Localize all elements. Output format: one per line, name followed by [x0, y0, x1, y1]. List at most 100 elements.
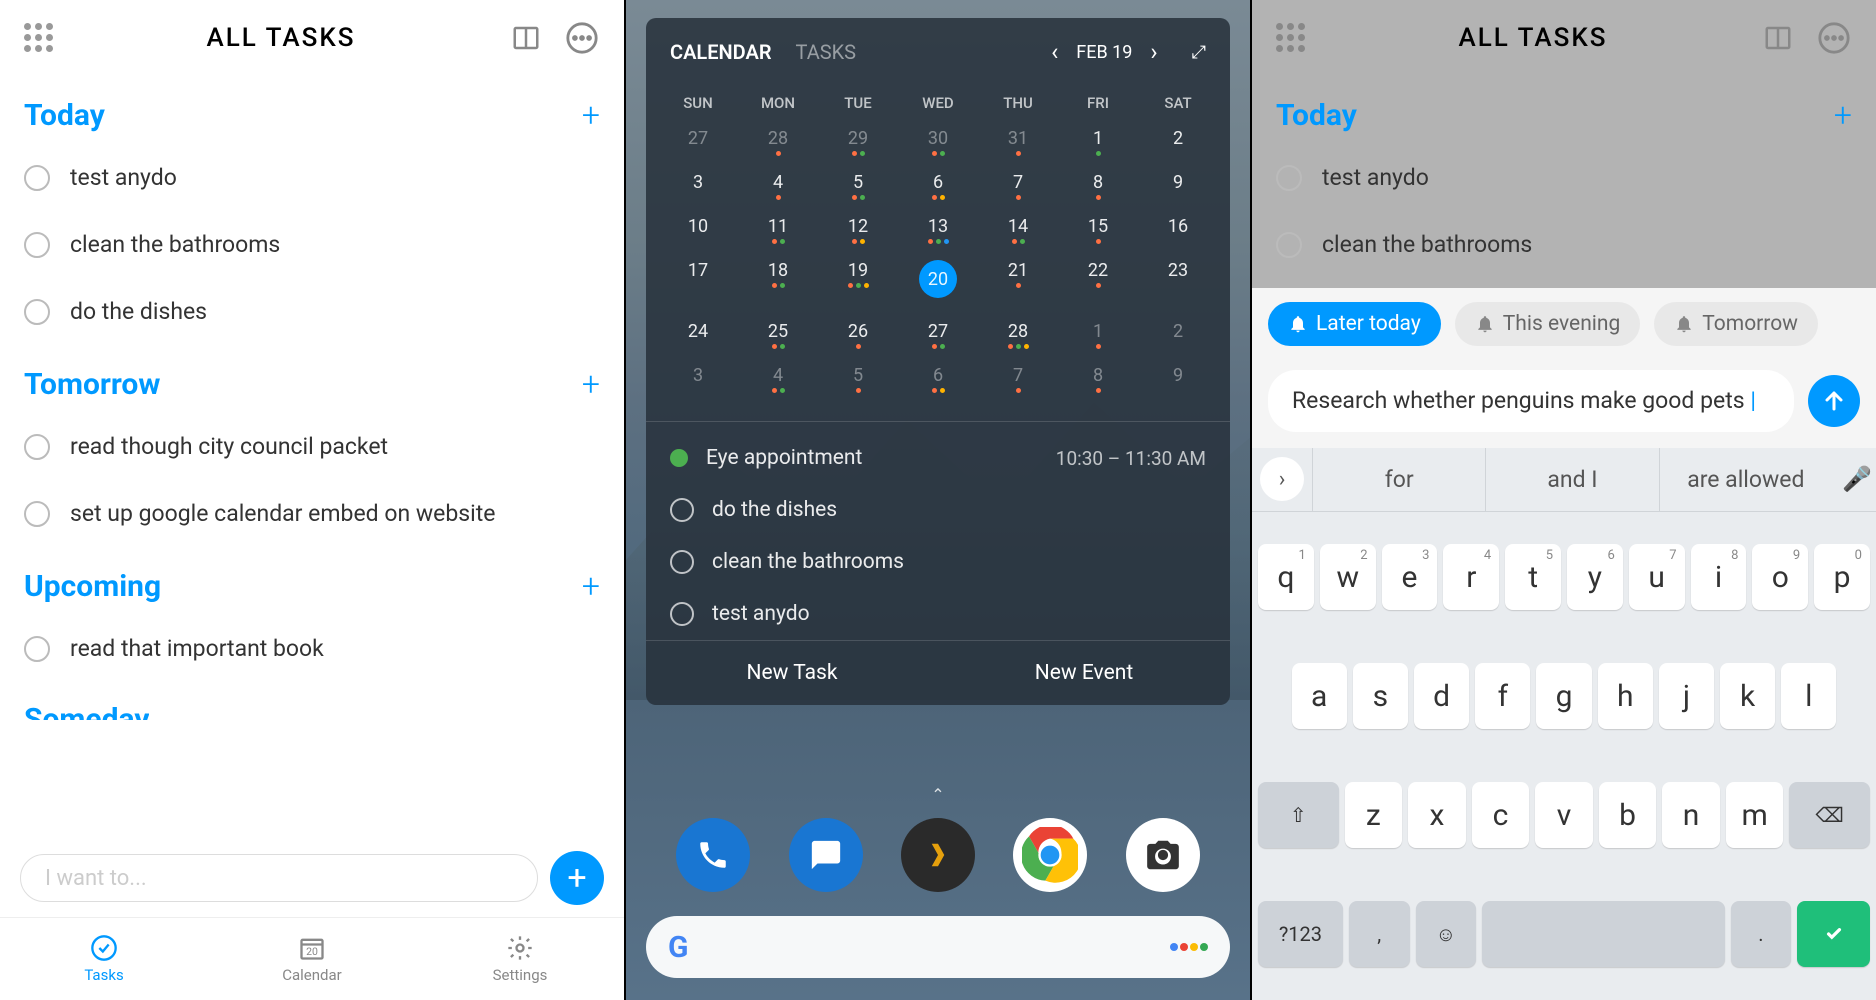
calendar-day[interactable]: 2: [1138, 313, 1218, 357]
task-item[interactable]: test anydo: [24, 144, 600, 211]
suggestion-2[interactable]: and I: [1485, 448, 1658, 511]
key-u[interactable]: 7u: [1629, 544, 1685, 610]
calendar-day[interactable]: 4: [738, 357, 818, 401]
calendar-day[interactable]: 27: [658, 120, 738, 164]
key-m[interactable]: m: [1726, 782, 1784, 848]
section-add-button[interactable]: +: [1834, 96, 1852, 134]
key-space[interactable]: [1482, 901, 1725, 967]
calendar-day[interactable]: 13: [898, 208, 978, 252]
quick-add-input[interactable]: I want to...: [20, 854, 538, 902]
key-j[interactable]: j: [1659, 663, 1714, 729]
task-item[interactable]: read though city council packet: [24, 413, 600, 480]
calendar-day[interactable]: 1: [1058, 120, 1138, 164]
reminder-chip[interactable]: This evening: [1455, 302, 1641, 346]
calendar-day[interactable]: 5: [818, 164, 898, 208]
key-⇧[interactable]: ⇧: [1258, 782, 1339, 848]
calendar-day[interactable]: 10: [658, 208, 738, 252]
calendar-day[interactable]: 19: [818, 252, 898, 313]
key-r[interactable]: 4r: [1443, 544, 1499, 610]
calendar-day[interactable]: 28: [978, 313, 1058, 357]
new-task-button[interactable]: New Task: [646, 641, 938, 705]
section-add-button[interactable]: +: [582, 567, 600, 605]
camera-app-icon[interactable]: [1126, 818, 1200, 892]
calendar-day[interactable]: 28: [738, 120, 818, 164]
calendar-day[interactable]: 31: [978, 120, 1058, 164]
expand-suggestions-icon[interactable]: ›: [1260, 457, 1304, 501]
calendar-day[interactable]: 1: [1058, 313, 1138, 357]
key-i[interactable]: 8i: [1691, 544, 1747, 610]
section-today[interactable]: Today: [24, 98, 105, 133]
task-checkbox[interactable]: [24, 636, 50, 662]
key-o[interactable]: 9o: [1752, 544, 1808, 610]
calendar-day[interactable]: 22: [1058, 252, 1138, 313]
calendar-day[interactable]: 9: [1138, 164, 1218, 208]
key-l[interactable]: l: [1781, 663, 1836, 729]
tab-calendar[interactable]: CALENDAR: [670, 40, 772, 64]
key-b[interactable]: b: [1599, 782, 1657, 848]
task-item[interactable]: read that important book: [24, 615, 600, 682]
calendar-day[interactable]: 17: [658, 252, 738, 313]
key-⌫[interactable]: ⌫: [1789, 782, 1870, 848]
key-t[interactable]: 5t: [1505, 544, 1561, 610]
more-icon[interactable]: [564, 20, 600, 56]
drawer-handle-icon[interactable]: ⌃: [931, 785, 944, 804]
section-upcoming[interactable]: Upcoming: [24, 569, 161, 604]
calendar-day[interactable]: 30: [898, 120, 978, 164]
key-y[interactable]: 6y: [1567, 544, 1623, 610]
key-s[interactable]: s: [1353, 663, 1408, 729]
calendar-day[interactable]: 20: [898, 252, 978, 313]
calendar-day[interactable]: 8: [1058, 164, 1138, 208]
calendar-day[interactable]: 29: [818, 120, 898, 164]
task-item[interactable]: clean the bathrooms: [24, 211, 600, 278]
task-item[interactable]: do the dishes: [24, 278, 600, 345]
calendar-day[interactable]: 21: [978, 252, 1058, 313]
task-checkbox[interactable]: [1276, 232, 1302, 258]
mic-icon[interactable]: 🎤: [1832, 465, 1876, 493]
section-today[interactable]: Today: [1276, 98, 1357, 133]
key-.[interactable]: .: [1731, 901, 1792, 967]
task-checkbox[interactable]: [24, 434, 50, 460]
nav-tasks[interactable]: Tasks: [0, 918, 208, 1000]
next-month-icon[interactable]: ›: [1150, 38, 1157, 66]
key-c[interactable]: c: [1472, 782, 1530, 848]
calendar-day[interactable]: 7: [978, 164, 1058, 208]
phone-app-icon[interactable]: [676, 818, 750, 892]
key-e[interactable]: 3e: [1382, 544, 1438, 610]
section-add-button[interactable]: +: [582, 96, 600, 134]
calendar-day[interactable]: 8: [1058, 357, 1138, 401]
current-date-label[interactable]: FEB 19: [1076, 42, 1132, 63]
key-☺[interactable]: ☺: [1416, 901, 1477, 967]
new-event-button[interactable]: New Event: [938, 641, 1230, 705]
key-a[interactable]: a: [1292, 663, 1347, 729]
section-tomorrow[interactable]: Tomorrow: [24, 367, 160, 402]
nav-calendar[interactable]: 20 Calendar: [208, 918, 416, 1000]
task-item[interactable]: set up google calendar embed on website: [24, 480, 600, 547]
widget-task-item[interactable]: test anydo: [646, 588, 1230, 640]
key-v[interactable]: v: [1535, 782, 1593, 848]
key-,[interactable]: ,: [1349, 901, 1410, 967]
task-text-input[interactable]: Research whether penguins make good pets…: [1268, 370, 1794, 432]
key-q[interactable]: 1q: [1258, 544, 1314, 610]
calendar-event[interactable]: Eye appointment 10:30 – 11:30 AM: [646, 432, 1230, 484]
suggestion-3[interactable]: are allowed: [1659, 448, 1832, 511]
calendar-day[interactable]: 7: [978, 357, 1058, 401]
calendar-day[interactable]: 26: [818, 313, 898, 357]
calendar-day[interactable]: 2: [1138, 120, 1218, 164]
calendar-day[interactable]: 23: [1138, 252, 1218, 313]
expand-icon[interactable]: ⤢: [1192, 42, 1206, 63]
calendar-day[interactable]: 9: [1138, 357, 1218, 401]
calendar-day[interactable]: 14: [978, 208, 1058, 252]
assistant-icon[interactable]: [1170, 943, 1208, 951]
submit-task-button[interactable]: [1808, 375, 1860, 427]
lists-icon[interactable]: [1760, 20, 1796, 56]
calendar-day[interactable]: 12: [818, 208, 898, 252]
calendar-day[interactable]: 11: [738, 208, 818, 252]
key-p[interactable]: 0p: [1814, 544, 1870, 610]
key-h[interactable]: h: [1598, 663, 1653, 729]
task-checkbox[interactable]: [24, 165, 50, 191]
google-search-bar[interactable]: G: [646, 916, 1230, 978]
task-checkbox[interactable]: [24, 232, 50, 258]
key-g[interactable]: g: [1536, 663, 1591, 729]
key-x[interactable]: x: [1408, 782, 1466, 848]
task-checkbox[interactable]: [24, 501, 50, 527]
